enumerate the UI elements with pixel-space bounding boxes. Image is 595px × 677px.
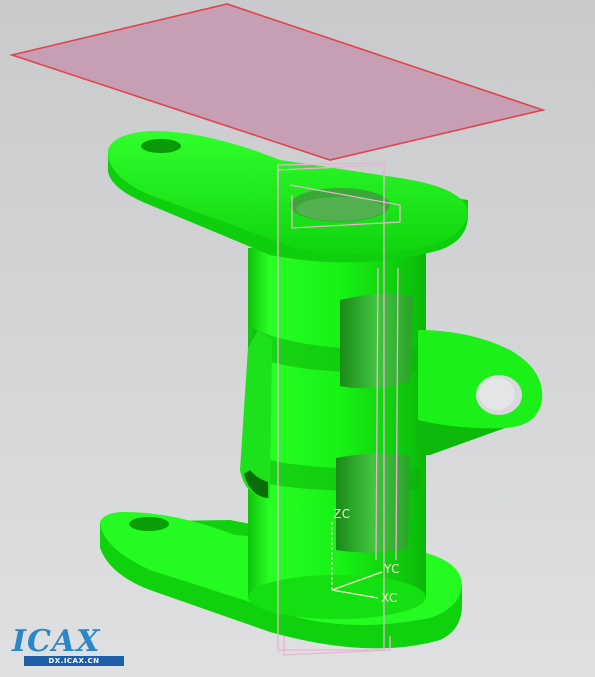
top-flange-small-hole [141,139,181,153]
bottom-flange-hole [129,517,169,531]
graphics-viewport[interactable]: ZC YC XC ICAX DX.ICAX.CN [0,0,595,677]
logo-subtext: DX.ICAX.CN [24,656,124,666]
datum-plane[interactable] [9,3,546,161]
side-lug[interactable] [418,330,543,455]
logo-wordmark: ICAX [12,624,101,659]
cylinder-bottom-rim [248,575,426,619]
watermark-logo: ICAX DX.ICAX.CN [10,626,128,668]
top-flange-bore-inner [296,197,384,221]
left-rib[interactable] [240,330,272,498]
yc-axis-label: YC [384,562,401,576]
xc-axis-label: XC [381,591,398,605]
upper-slot [340,293,413,389]
zc-axis-label: ZC [333,507,351,521]
cad-model-scene[interactable] [0,0,595,677]
left-rib-body [240,330,272,498]
side-lug-hole-inner [479,378,515,410]
lower-slot [336,453,410,553]
top-flange[interactable] [107,130,469,263]
